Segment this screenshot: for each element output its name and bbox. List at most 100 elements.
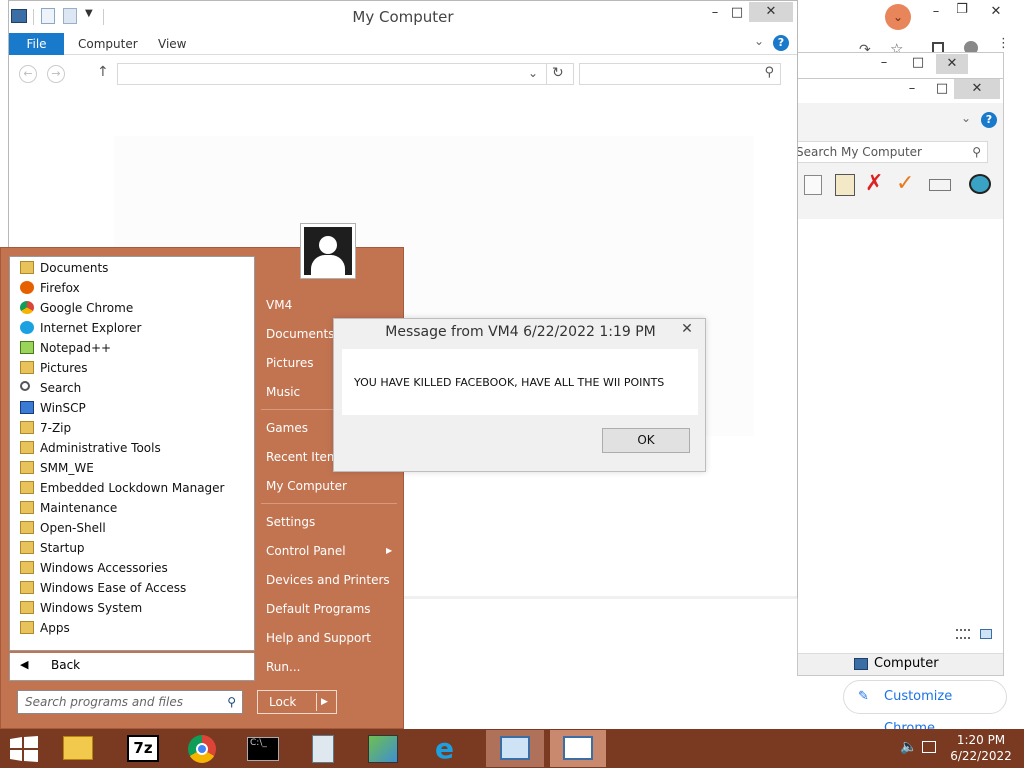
help-icon[interactable]: ? [981,112,997,128]
program-label: Open-Shell [40,521,106,535]
chrome-icon [188,735,216,763]
user-avatar[interactable] [300,223,356,279]
address-dropdown-chevron-icon[interactable]: ⌄ [528,66,538,80]
taskbar-winrar-app[interactable] [358,730,408,767]
large-icons-view-icon[interactable] [980,629,992,639]
lock-options-arrow-icon[interactable]: ▶ [321,691,328,713]
start-item-games[interactable]: Games [266,415,308,441]
address-bar[interactable]: ⌄ ↻ [117,63,574,85]
taskbar-chrome[interactable] [177,730,227,767]
cmd-icon: C:\_ [247,737,279,761]
forward-arrow-icon[interactable]: → [47,65,65,83]
program-label: Internet Explorer [40,321,142,335]
program-label: Firefox [40,281,80,295]
close-button[interactable]: ✕ [749,2,793,22]
delete-icon[interactable]: ✗ [865,171,883,196]
copy-icon[interactable] [804,175,822,195]
start-item-music[interactable]: Music [266,379,300,405]
search-programs-input[interactable]: Search programs and files ⚲ [17,690,243,714]
start-item-default-programs[interactable]: Default Programs [266,596,371,622]
program-label: Apps [40,621,70,635]
program-label: WinSCP [40,401,86,415]
stacked-boxes-icon [368,735,398,763]
explorer2-titlebar: – □ ✕ [797,52,1004,78]
ok-button[interactable]: OK [602,428,690,453]
search-icon: ⚲ [227,695,236,709]
volume-muted-icon[interactable]: 🔈 [900,739,917,755]
calculator-icon [312,735,334,763]
tab-file[interactable]: File [9,33,64,55]
status-location: Computer [874,656,939,671]
up-arrow-icon[interactable]: ↑ [97,64,109,80]
start-item-vm4[interactable]: VM4 [266,292,292,318]
customize-chrome-button[interactable]: ✎ Customize Chrome [843,680,1007,736]
windows-start-icon[interactable] [10,736,38,762]
dialog-close-button[interactable]: ✕ [673,319,701,339]
lock-button[interactable]: Lock ▶ [257,690,337,714]
taskbar-my-computer[interactable] [486,730,544,767]
paste-icon[interactable] [835,174,855,196]
program-label: Startup [40,541,85,555]
start-item-pictures[interactable]: Pictures [266,350,314,376]
chrome-restore-button[interactable]: ❐ [946,0,978,20]
chrome-window-titlebar: ⌄ – ❐ ✕ ↷ ☆ ⋮ [795,0,1024,60]
search-input[interactable]: ⚲ [579,63,781,85]
start-item-settings[interactable]: Settings [266,509,315,535]
chevron-down-icon[interactable]: ⌄ [961,111,971,125]
explorer3-close-button[interactable]: ✕ [954,79,1000,99]
tab-view[interactable]: View [158,33,186,55]
rename-icon[interactable] [929,179,951,191]
file-explorer-icon [63,736,93,760]
folder-icon [20,541,34,554]
computer-icon [500,736,530,760]
network-icon[interactable] [922,741,936,753]
navigation-bar: ← → ↑ ⌄ ↻ ⚲ [9,56,797,92]
chrome-menu-icon[interactable]: ⋮ [997,37,1010,50]
chrome-profile-icon[interactable]: ⌄ [885,4,911,30]
start-item-my-computer[interactable]: My Computer [266,473,347,499]
taskbar-explorer-window[interactable] [550,730,606,767]
dialog-title: Message from VM4 6/22/2022 1:19 PM [385,324,656,340]
chrome-close-button[interactable]: ✕ [980,2,1012,22]
separator [261,503,397,504]
taskbar-clock[interactable]: 1:20 PM 6/22/2022 [948,732,1014,764]
taskbar-calculator[interactable] [298,730,348,767]
taskbar-7zip[interactable]: 7z [118,730,168,767]
chrome-icon [20,301,34,314]
start-item-run[interactable]: Run... [266,654,300,680]
back-arrow-icon[interactable]: ← [19,65,37,83]
dialog-message: YOU HAVE KILLED FACEBOOK, HAVE ALL THE W… [354,376,665,389]
explorer-titlebar: ▼ My Computer – □ ✕ [9,1,797,33]
start-item-documents[interactable]: Documents [266,321,334,347]
taskbar-internet-explorer[interactable]: e [424,730,474,767]
program-label: Documents [40,261,109,275]
details-view-icon[interactable] [956,629,970,639]
explorer2-close-button[interactable]: ✕ [936,54,968,74]
program-label: Windows Ease of Access [40,581,187,595]
tab-computer[interactable]: Computer [78,33,138,55]
taskbar-cmd[interactable]: C:\_ [238,730,288,767]
folder-icon [20,581,34,594]
folder-icon [20,561,34,574]
explorer3-minimize-button[interactable]: – [896,79,928,99]
taskbar-file-explorer[interactable] [53,730,103,767]
check-icon[interactable]: ✓ [896,171,914,196]
program-label: Google Chrome [40,301,134,315]
explorer2-content-area[interactable] [798,219,1003,657]
explorer2-maximize-button[interactable]: □ [902,53,934,73]
search-icon: ⚲ [764,65,774,80]
folder-doc-icon [20,261,34,274]
start-item-devices-printers[interactable]: Devices and Printers [266,567,390,593]
shell-icon[interactable] [969,174,991,194]
back-triangle-icon: ◀ [20,658,29,671]
help-icon[interactable]: ? [773,35,789,51]
start-item-help-support[interactable]: Help and Support [266,625,371,651]
message-dialog: Message from VM4 6/22/2022 1:19 PM ✕ YOU… [333,318,706,472]
back-button[interactable]: ◀ Back [9,653,255,681]
explorer2-minimize-button[interactable]: – [868,53,900,73]
explorer2-search-input[interactable]: Search My Computer ⚲ [794,141,988,163]
folder-icon [20,521,34,534]
ribbon-expand-chevron-icon[interactable]: ⌄ [754,34,764,48]
refresh-icon[interactable]: ↻ [552,65,564,81]
start-item-control-panel[interactable]: Control Panel [266,538,346,564]
